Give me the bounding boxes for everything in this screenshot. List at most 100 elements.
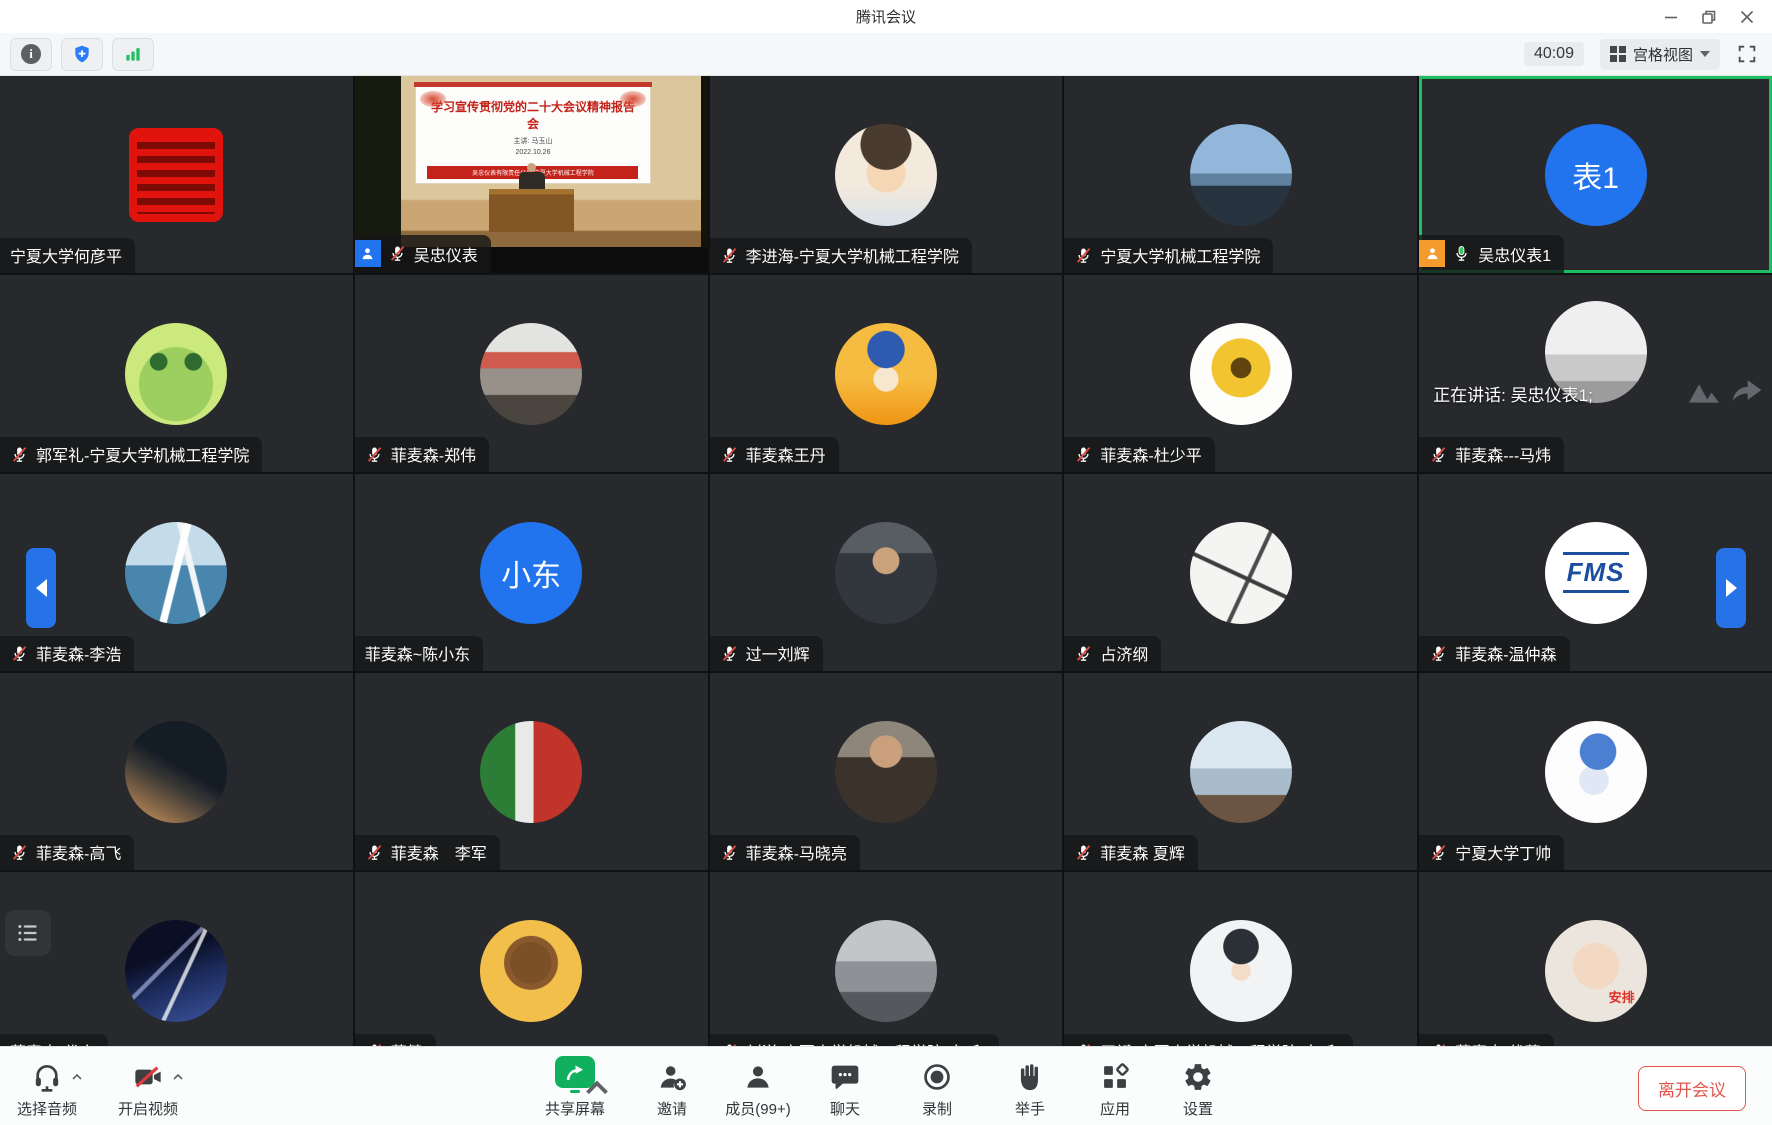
layout-view-selector[interactable]: 宫格视图 — [1599, 38, 1720, 70]
participant-name: 宁夏大学丁帅 — [1455, 846, 1552, 863]
avatar — [834, 322, 937, 425]
participant-tile[interactable]: 菲麦森 夏辉 — [1064, 673, 1418, 870]
chat-icon — [829, 1055, 861, 1093]
topbar-left-buttons: i — [10, 37, 154, 71]
participant-name: 菲麦森 夏辉 — [1100, 846, 1185, 863]
participant-tile[interactable]: 菲麦森-杜少平 — [1064, 275, 1418, 472]
participant-tile[interactable]: 菲麦森-郑伟 — [354, 275, 708, 472]
avatar — [1189, 123, 1292, 226]
avatar — [480, 720, 583, 823]
participant-label: 菲麦森-马晓亮 — [709, 835, 860, 870]
fullscreen-icon — [1738, 45, 1756, 63]
participant-label: 菲麦森-郑伟 — [354, 437, 490, 472]
participant-label: 菲麦森---马炜 — [1419, 437, 1565, 472]
chevron-left-icon — [35, 579, 47, 597]
mic-muted-icon — [720, 843, 739, 862]
toolbar-video-button[interactable]: 开启视频 — [93, 1055, 203, 1119]
participant-tile[interactable]: 占济纲 — [1064, 474, 1418, 671]
participant-tile[interactable]: 菲麦森王丹 — [709, 275, 1063, 472]
slide-title: 学习宣传贯彻党的二十大会议精神报告会 — [430, 100, 635, 132]
mic-muted-icon — [1429, 644, 1448, 663]
participant-tile[interactable]: 菲麦森 李军 — [354, 673, 708, 870]
participant-tile[interactable]: 王斌-宁夏大学机械工程学院(旁听) — [1064, 872, 1418, 1047]
participant-tile[interactable]: 学习宣传贯彻党的二十大会议精神报告会 主讲: 马玉山 2022.10.26 吴忠仪表有… — [354, 76, 708, 273]
mic-active-icon — [1452, 244, 1471, 263]
participant-name: 菲麦森-李浩 — [36, 647, 122, 664]
participant-name: 菲麦森-高飞 — [36, 846, 122, 863]
avatar — [834, 720, 937, 823]
toolbar-item-label: 应用 — [1099, 1101, 1130, 1118]
participant-tile[interactable]: 宁夏大学机械工程学院 — [1064, 76, 1418, 273]
toolbar-share-button[interactable]: 共享屏幕 — [520, 1055, 630, 1119]
minimize-button[interactable] — [1656, 4, 1686, 30]
members-icon — [742, 1055, 774, 1093]
chevron-up-icon[interactable] — [69, 1069, 85, 1090]
avatar — [125, 720, 228, 823]
restore-button[interactable] — [1694, 4, 1724, 30]
participant-name: 吴忠仪表1 — [1478, 247, 1552, 265]
network-stats-icon — [126, 48, 140, 61]
chevron-up-icon[interactable] — [576, 1069, 618, 1112]
participant-label: 郭军礼-宁夏大学机械工程学院 — [0, 437, 263, 472]
mic-muted-icon — [1074, 843, 1093, 862]
avatar — [1189, 322, 1292, 425]
participant-tile[interactable]: 菲麦森---马炜 正在讲话: 吴忠仪表1; — [1419, 275, 1772, 472]
leave-meeting-button[interactable]: 离开会议 — [1638, 1066, 1746, 1111]
avatar-stamp: 安排 — [1608, 989, 1635, 1005]
avatar — [834, 123, 937, 226]
participant-tile[interactable]: 郭军礼-宁夏大学机械工程学院 — [0, 275, 353, 472]
avatar-text: 小东 — [501, 559, 562, 593]
mic-muted-icon — [720, 644, 739, 663]
participant-tile[interactable]: 小东 菲麦森~陈小东 — [354, 474, 708, 671]
avatar: 安排 — [1544, 919, 1647, 1022]
participant-label: 菲麦森 李军 — [354, 835, 500, 870]
fullscreen-button[interactable] — [1736, 43, 1758, 65]
participant-tile[interactable]: 蒋健 — [354, 872, 708, 1047]
toolbar-audio-button[interactable]: 选择音频 — [0, 1055, 102, 1119]
participant-name: 菲麦森-马晓亮 — [745, 846, 847, 863]
avatar — [125, 919, 228, 1022]
chevron-down-icon — [1700, 51, 1710, 57]
participant-label: 过一刘辉 — [709, 636, 823, 671]
participant-tile[interactable]: 菲麦森-马晓亮 — [709, 673, 1063, 870]
meeting-toolbar-top: i 40:09 宫格视图 — [0, 33, 1772, 76]
avatar — [1189, 919, 1292, 1022]
avatar-text: FMS — [1562, 552, 1629, 593]
participant-tile[interactable]: 刘洋-宁夏大学机械工程学院(旁听) — [709, 872, 1063, 1047]
previous-page-button[interactable] — [26, 548, 56, 628]
security-button[interactable] — [61, 37, 103, 71]
participant-label: 吴忠仪表 — [354, 235, 491, 273]
participant-tile[interactable]: 安排菲麦森-伏蕾 — [1419, 872, 1772, 1047]
mic-muted-icon — [10, 843, 29, 862]
network-status-button[interactable] — [112, 37, 154, 71]
toolbar-settings-button[interactable]: 设置 — [1143, 1055, 1253, 1119]
window-title: 腾讯会议 — [855, 9, 916, 26]
close-icon — [1740, 10, 1754, 23]
participant-name: 菲麦森-郑伟 — [390, 448, 477, 465]
chevron-up-icon[interactable] — [170, 1069, 186, 1090]
participant-tile[interactable]: 宁夏大学丁帅 — [1419, 673, 1772, 870]
seal-avatar — [129, 127, 224, 222]
toolbar-item-label: 录制 — [921, 1101, 952, 1118]
participant-list-fab[interactable] — [5, 910, 51, 956]
participant-tile[interactable]: 李进海-宁夏大学机械工程学院 — [709, 76, 1063, 273]
participant-name: 菲麦森 李军 — [390, 846, 487, 863]
participant-tile[interactable]: 宁夏大学何彦平 — [0, 76, 353, 273]
title-bar: 腾讯会议 — [0, 0, 1772, 33]
participant-grid: 宁夏大学何彦平 学习宣传贯彻党的二十大会议精神报告会 主讲: 马玉山 2022.10.… — [0, 76, 1772, 1047]
meeting-info-button[interactable]: i — [10, 37, 52, 71]
participant-tile[interactable]: 表1 吴忠仪表1 — [1419, 76, 1772, 273]
avatar — [480, 919, 583, 1022]
participant-label: 菲麦森-李浩 — [0, 636, 135, 671]
participant-tile[interactable]: 菲麦森-高飞 — [0, 673, 353, 870]
toolbar-item-label: 举手 — [1014, 1101, 1045, 1118]
participant-tile[interactable]: 菲麦森-代宇 — [0, 872, 353, 1047]
participant-label: 宁夏大学丁帅 — [1419, 835, 1565, 870]
next-page-button[interactable] — [1716, 548, 1746, 628]
shared-screen-content: 学习宣传贯彻党的二十大会议精神报告会 主讲: 马玉山 2022.10.26 吴忠仪表有… — [354, 76, 708, 248]
avatar: 表1 — [1544, 123, 1647, 226]
close-button[interactable] — [1732, 4, 1762, 30]
chevron-right-icon — [1725, 579, 1737, 597]
participant-tile[interactable]: 过一刘辉 — [709, 474, 1063, 671]
slide-presenter-line: 主讲: 马玉山 — [513, 137, 553, 145]
